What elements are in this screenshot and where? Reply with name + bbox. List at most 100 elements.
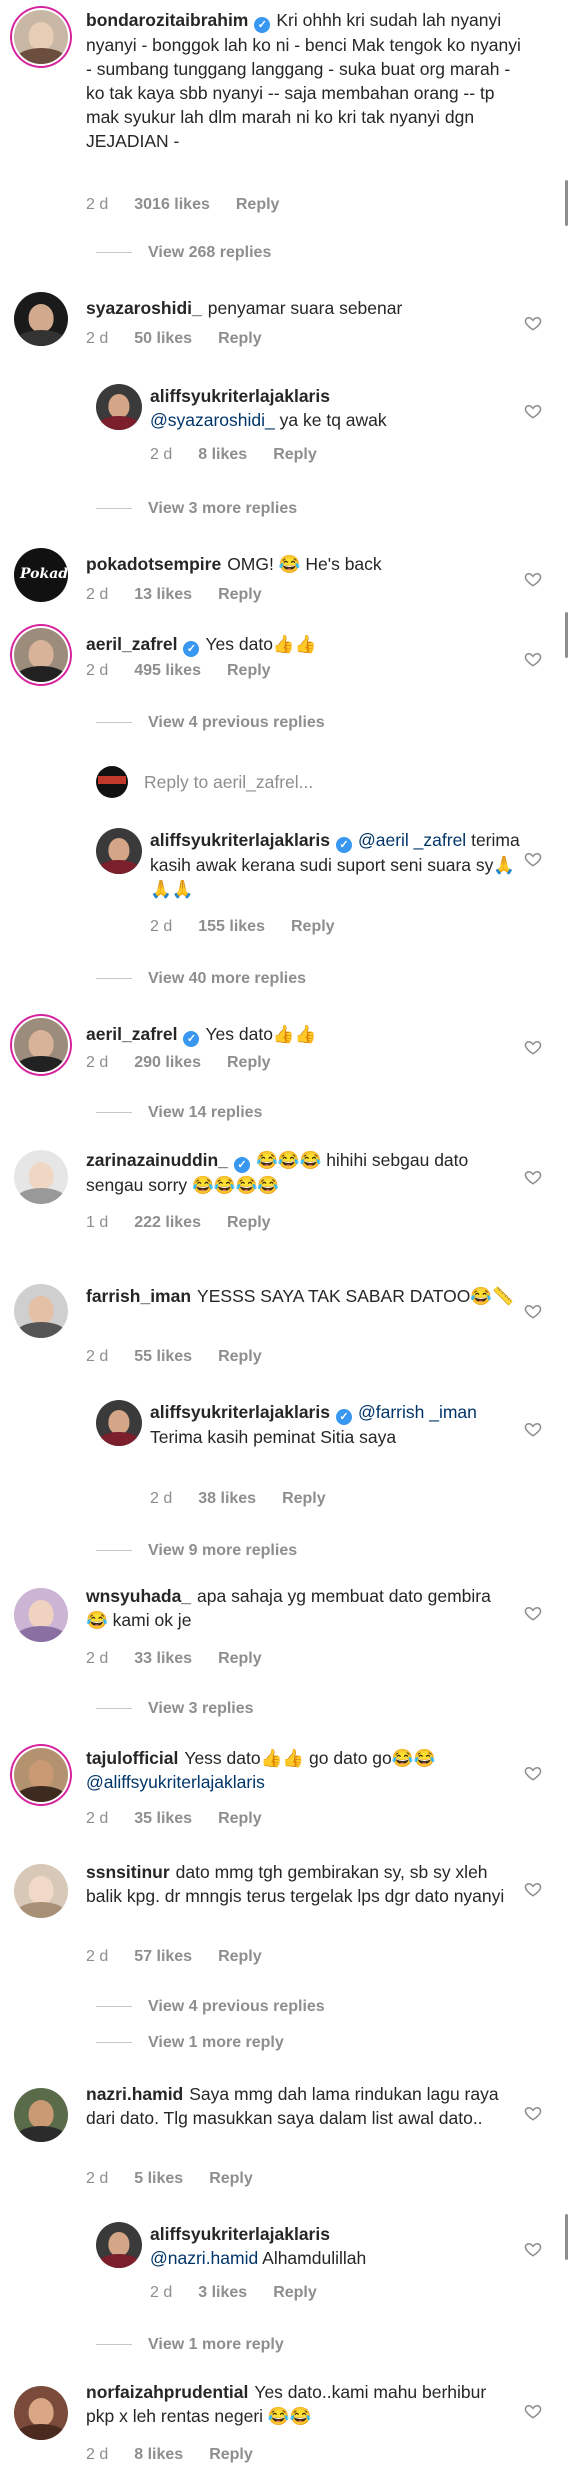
avatar[interactable] — [14, 1018, 68, 1072]
reply-button[interactable]: Reply — [209, 2170, 253, 2187]
username[interactable]: aliffsyukriterlajaklaris — [150, 386, 330, 406]
likes-count[interactable]: 13 likes — [134, 586, 192, 603]
view-replies-link[interactable]: View 3 more replies — [96, 500, 297, 518]
like-heart-icon[interactable] — [524, 2240, 542, 2258]
username[interactable]: norfaizahprudential — [86, 2382, 248, 2402]
likes-count[interactable]: 38 likes — [198, 1490, 256, 1507]
avatar[interactable] — [14, 1284, 68, 1338]
reply-button[interactable]: Reply — [218, 1650, 262, 1667]
likes-count[interactable]: 57 likes — [134, 1948, 192, 1965]
username[interactable]: farrish_iman — [86, 1286, 191, 1306]
likes-count[interactable]: 290 likes — [134, 1054, 201, 1071]
likes-count[interactable]: 35 likes — [134, 1810, 192, 1827]
avatar[interactable] — [14, 1864, 68, 1918]
avatar[interactable] — [14, 1748, 68, 1802]
reply-button[interactable]: Reply — [273, 446, 317, 463]
username[interactable]: bondarozitaibrahim — [86, 10, 248, 30]
reply-button[interactable]: Reply — [218, 1348, 262, 1365]
mention-link[interactable]: @syazaroshidi_ — [150, 410, 275, 430]
reply-button[interactable]: Reply — [209, 2446, 253, 2463]
likes-count[interactable]: 3 likes — [198, 2284, 247, 2301]
scrollbar-thumb[interactable] — [565, 612, 568, 658]
avatar[interactable] — [14, 292, 68, 346]
view-more-replies-link[interactable]: View 1 more reply — [96, 2034, 284, 2052]
view-replies-link[interactable]: View 268 replies — [96, 244, 271, 262]
timestamp: 2 d — [86, 1348, 109, 1365]
like-heart-icon[interactable] — [524, 2402, 542, 2420]
likes-count[interactable]: 3016 likes — [134, 196, 210, 213]
timestamp: 2 d — [150, 2284, 173, 2301]
reply-button[interactable]: Reply — [227, 1214, 271, 1231]
avatar[interactable] — [14, 10, 68, 64]
avatar[interactable] — [14, 628, 68, 682]
username[interactable]: zarinazainuddin_ — [86, 1150, 228, 1170]
view-previous-replies-link[interactable]: View 4 previous replies — [96, 1998, 325, 2016]
view-previous-replies-link[interactable]: View 4 previous replies — [96, 714, 325, 732]
view-replies-link[interactable]: View 3 replies — [96, 1700, 254, 1718]
like-heart-icon[interactable] — [524, 1302, 542, 1320]
view-replies-link[interactable]: View 40 more replies — [96, 970, 306, 988]
avatar[interactable] — [14, 2088, 68, 2142]
reply-button[interactable]: Reply — [273, 2284, 317, 2301]
likes-count[interactable]: 55 likes — [134, 1348, 192, 1365]
username[interactable]: aliffsyukriterlajaklaris — [150, 2224, 330, 2244]
username[interactable]: pokadotsempire — [86, 554, 221, 574]
reply-button[interactable]: Reply — [218, 1810, 262, 1827]
like-heart-icon[interactable] — [524, 1420, 542, 1438]
reply-input[interactable]: Reply to aeril_zafrel... — [144, 770, 524, 794]
username[interactable]: aliffsyukriterlajaklaris — [150, 830, 330, 850]
like-heart-icon[interactable] — [524, 650, 542, 668]
likes-count[interactable]: 155 likes — [198, 918, 265, 935]
like-heart-icon[interactable] — [524, 314, 542, 332]
scrollbar-thumb[interactable] — [565, 2214, 568, 2260]
username[interactable]: nazri.hamid — [86, 2084, 183, 2104]
avatar[interactable] — [14, 1588, 68, 1642]
mention-link[interactable]: @nazri.hamid — [150, 2248, 258, 2268]
like-heart-icon[interactable] — [524, 1168, 542, 1186]
view-replies-link[interactable]: View 14 replies — [96, 1104, 262, 1122]
like-heart-icon[interactable] — [524, 1880, 542, 1898]
avatar[interactable] — [14, 1150, 68, 1204]
avatar[interactable] — [96, 1400, 142, 1446]
like-heart-icon[interactable] — [524, 1038, 542, 1056]
reply-button[interactable]: Reply — [218, 586, 262, 603]
likes-count[interactable]: 8 likes — [134, 2446, 183, 2463]
view-replies-link[interactable]: View 9 more replies — [96, 1542, 297, 1560]
reply-button[interactable]: Reply — [236, 196, 280, 213]
reply-button[interactable]: Reply — [227, 1054, 271, 1071]
username[interactable]: ssnsitinur — [86, 1862, 170, 1882]
likes-count[interactable]: 50 likes — [134, 330, 192, 347]
mention-link[interactable]: @farrish _iman — [358, 1402, 477, 1422]
username[interactable]: syazaroshidi_ — [86, 298, 202, 318]
avatar[interactable] — [96, 828, 142, 874]
reply-button[interactable]: Reply — [218, 1948, 262, 1965]
mention-link[interactable]: @aeril _zafrel — [358, 830, 466, 850]
likes-count[interactable]: 33 likes — [134, 1650, 192, 1667]
mention-link[interactable]: @aliffsyukriterlajaklaris — [86, 1772, 265, 1792]
like-heart-icon[interactable] — [524, 402, 542, 420]
username[interactable]: aliffsyukriterlajaklaris — [150, 1402, 330, 1422]
avatar[interactable] — [96, 2222, 142, 2268]
likes-count[interactable]: 495 likes — [134, 662, 201, 679]
likes-count[interactable]: 5 likes — [134, 2170, 183, 2187]
scrollbar-thumb[interactable] — [565, 180, 568, 226]
reply-button[interactable]: Reply — [291, 918, 335, 935]
like-heart-icon[interactable] — [524, 1604, 542, 1622]
reply-button[interactable]: Reply — [218, 330, 262, 347]
username[interactable]: wnsyuhada_ — [86, 1586, 191, 1606]
username[interactable]: tajulofficial — [86, 1748, 178, 1768]
reply-button[interactable]: Reply — [227, 662, 271, 679]
avatar[interactable] — [14, 2386, 68, 2440]
reply-button[interactable]: Reply — [282, 1490, 326, 1507]
avatar[interactable] — [96, 384, 142, 430]
username[interactable]: aeril_zafrel — [86, 1024, 177, 1044]
likes-count[interactable]: 222 likes — [134, 1214, 201, 1231]
like-heart-icon[interactable] — [524, 2104, 542, 2122]
avatar[interactable]: Pokad — [14, 548, 68, 602]
username[interactable]: aeril_zafrel — [86, 634, 177, 654]
view-replies-link[interactable]: View 1 more reply — [96, 2336, 284, 2354]
likes-count[interactable]: 8 likes — [198, 446, 247, 463]
like-heart-icon[interactable] — [524, 850, 542, 868]
like-heart-icon[interactable] — [524, 1764, 542, 1782]
like-heart-icon[interactable] — [524, 570, 542, 588]
